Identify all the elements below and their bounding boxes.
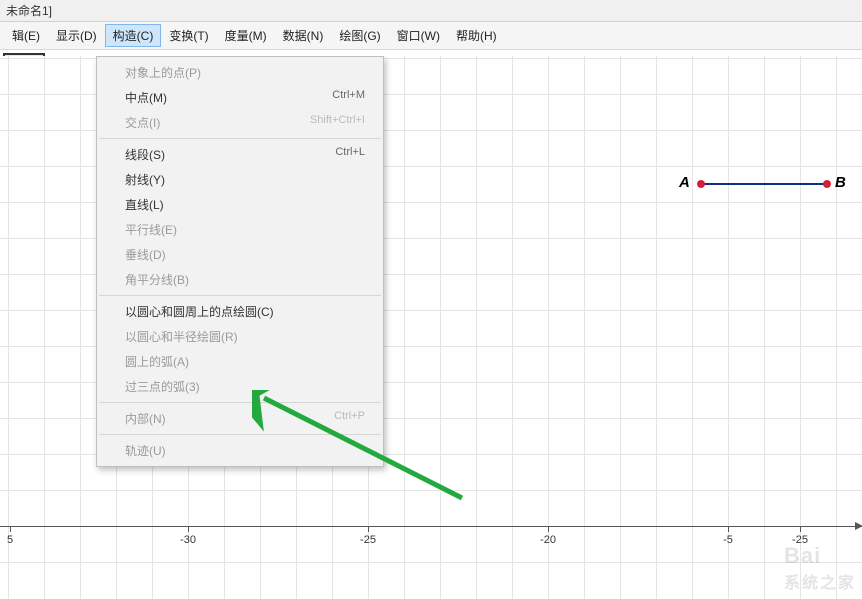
menu-construct[interactable]: 构造(C)	[105, 24, 162, 47]
menu-item-midpoint[interactable]: 中点(M)Ctrl+M	[97, 85, 383, 110]
point-B-label: B	[835, 174, 846, 191]
menu-edit[interactable]: 辑(E)	[4, 24, 48, 47]
menu-item-parallel: 平行线(E)	[97, 217, 383, 242]
menu-graph[interactable]: 绘图(G)	[331, 24, 388, 47]
point-dot-icon	[697, 180, 705, 188]
title-bar: 未命名1]	[0, 0, 862, 22]
point-dot-icon	[823, 180, 831, 188]
menu-item-locus: 轨迹(U)	[97, 438, 383, 463]
axis-tick	[10, 526, 11, 532]
menu-item-interior: 内部(N)Ctrl+P	[97, 406, 383, 431]
watermark-line1: Bai	[784, 543, 856, 569]
axis-tick-label: -30	[180, 534, 196, 546]
menu-item-angle-bisector: 角平分线(B)	[97, 267, 383, 292]
menu-item-ray[interactable]: 射线(Y)	[97, 167, 383, 192]
menu-item-point-on-object: 对象上的点(P)	[97, 60, 383, 85]
axis-tick-label: -20	[540, 534, 556, 546]
watermark-line2: 系统之家	[784, 569, 856, 593]
menu-item-circle-center-radius: 以圆心和半径绘圆(R)	[97, 324, 383, 349]
axis-tick	[188, 526, 189, 532]
axis-tick	[548, 526, 549, 532]
axis-tick-label: -25	[792, 534, 808, 546]
menu-measure[interactable]: 度量(M)	[217, 24, 275, 47]
menu-item-arc-three-points: 过三点的弧(3)	[97, 374, 383, 399]
axis-tick-label: -5	[723, 534, 733, 546]
menu-item-arc-on-circle: 圆上的弧(A)	[97, 349, 383, 374]
menu-data[interactable]: 数据(N)	[275, 24, 332, 47]
x-axis	[0, 526, 862, 527]
axis-tick	[800, 526, 801, 532]
menu-separator	[99, 138, 381, 139]
menu-item-segment[interactable]: 线段(S)Ctrl+L	[97, 142, 383, 167]
menu-item-line[interactable]: 直线(L)	[97, 192, 383, 217]
axis-tick-label: -25	[360, 534, 376, 546]
menu-transform[interactable]: 变换(T)	[161, 24, 216, 47]
axis-tick	[368, 526, 369, 532]
menu-help[interactable]: 帮助(H)	[448, 24, 505, 47]
menu-separator	[99, 402, 381, 403]
menu-bar: 辑(E) 显示(D) 构造(C) 变换(T) 度量(M) 数据(N) 绘图(G)…	[0, 22, 862, 50]
construct-menu-dropdown: 对象上的点(P) 中点(M)Ctrl+M 交点(I)Shift+Ctrl+I 线…	[96, 56, 384, 467]
canvas[interactable]: 5 -30 -25 -20 -5 -25 A B 对象上的点(P) 中点(M)Ctrl+M…	[0, 56, 862, 599]
point-A-label: A	[679, 174, 690, 191]
menu-item-perpendicular: 垂线(D)	[97, 242, 383, 267]
watermark: Bai 系统之家	[784, 543, 856, 593]
menu-window[interactable]: 窗口(W)	[389, 24, 448, 47]
menu-separator	[99, 434, 381, 435]
menu-item-circle-center-point[interactable]: 以圆心和圆周上的点绘圆(C)	[97, 299, 383, 324]
axis-tick-label: 5	[7, 534, 13, 546]
menu-display[interactable]: 显示(D)	[48, 24, 105, 47]
window-title: 未命名1]	[6, 4, 52, 18]
segment-AB[interactable]	[701, 183, 825, 185]
menu-item-intersection: 交点(I)Shift+Ctrl+I	[97, 110, 383, 135]
axis-tick	[728, 526, 729, 532]
menu-separator	[99, 295, 381, 296]
